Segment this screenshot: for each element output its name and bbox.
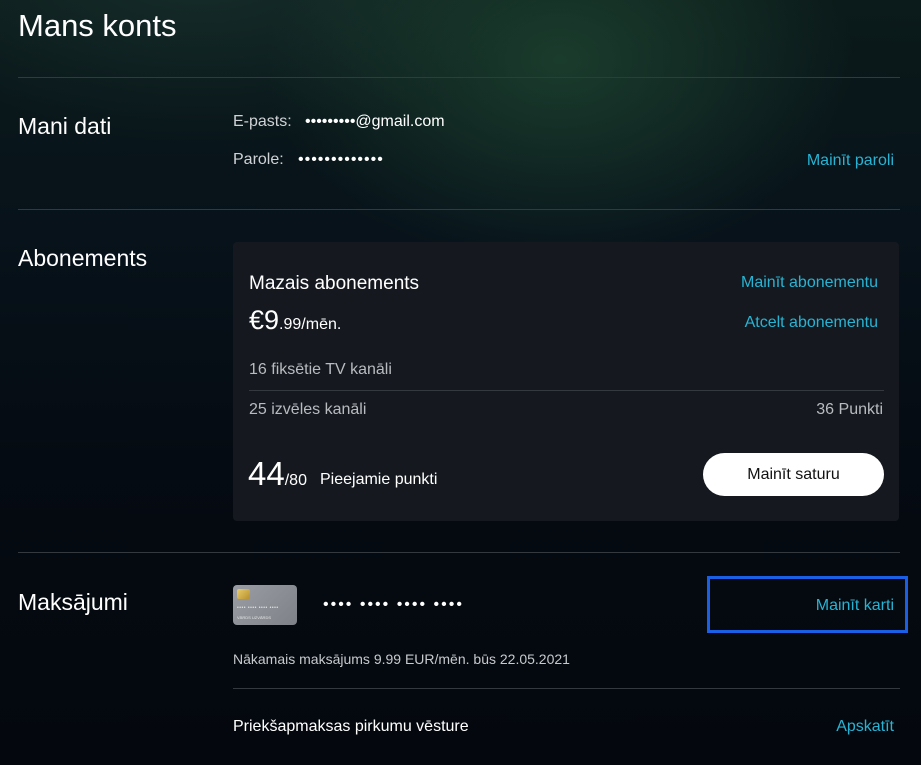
page-title: Mans konts [18,8,177,43]
divider [249,390,884,391]
points-cost: 36 Punkti [816,401,883,418]
plan-name: Mazais abonements [249,273,420,294]
cancel-plan-link[interactable]: Atcelt abonementu [745,313,878,333]
change-content-button[interactable]: Mainīt saturu [703,453,884,496]
divider [18,552,900,553]
change-card-link[interactable]: Mainīt karti [816,596,894,616]
points-label: Pieejamie punkti [320,471,438,488]
credit-card-image: •••• •••• •••• •••• VĀRDS UZVĀRDS [233,585,297,625]
price-main: €9 [249,305,280,335]
points-counter: 44/80 [248,456,307,499]
section-title-subscription: Abonements [18,245,148,271]
divider [233,688,900,689]
password-label: Parole: [233,151,284,168]
change-plan-link[interactable]: Mainīt abonementu [741,273,878,293]
email-label: E-pasts: [233,113,292,130]
next-payment-info: Nākamais maksājums 9.99 EUR/mēn. būs 22.… [233,651,570,667]
divider [18,77,900,78]
plan-price: €9.99/mēn. [249,306,341,339]
fixed-channels: 16 fiksētie TV kanāli [249,361,392,378]
card-art-number: •••• •••• •••• •••• [237,605,279,611]
points-total: /80 [284,472,307,489]
password-value: ••••••••••••• [298,151,384,168]
section-title-payments: Maksājumi [18,589,128,615]
section-title-personal: Mani dati [18,113,112,139]
change-password-link[interactable]: Mainīt paroli [807,151,894,171]
price-suffix: .99/mēn. [279,316,342,333]
view-history-link[interactable]: Apskatīt [836,717,894,737]
history-label: Priekšapmaksas pirkumu vēsture [233,718,469,735]
optional-channels: 25 izvēles kanāli [249,401,367,418]
divider [18,209,900,210]
points-available: 44 [248,455,285,492]
email-value: •••••••••@gmail.com [305,113,445,130]
card-art-name: VĀRDS UZVĀRDS [237,615,272,620]
card-number-masked: •••• •••• •••• •••• [323,596,464,613]
card-chip-icon [237,589,250,599]
